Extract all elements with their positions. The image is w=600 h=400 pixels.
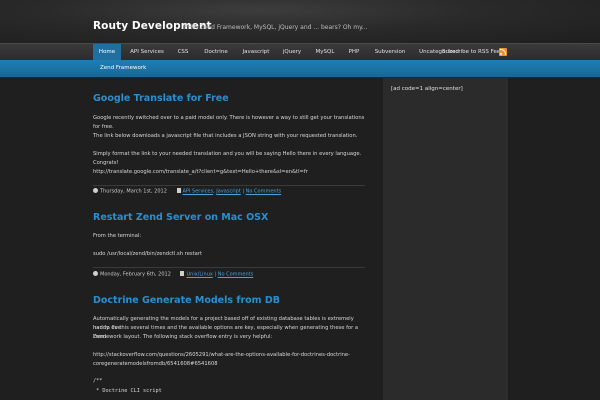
post-link: coregeneratemodelsfromdb/6541608#6541608 — [93, 361, 218, 367]
post-paragraph: The link below downloads a javascript fi… — [93, 133, 358, 139]
post-paragraph: Simply format the link to your needed tr… — [93, 151, 362, 166]
nav-item-doctrine[interactable]: Doctrine — [199, 44, 233, 61]
site-tagline: PHP, Zend Framework, MySQL, jQuery and .… — [184, 24, 368, 31]
post-title[interactable]: Doctrine Generate Models from DB — [93, 295, 368, 306]
category-link[interactable]: Javascript — [216, 189, 241, 195]
nav-item-api-services[interactable]: API Services — [126, 44, 168, 61]
post-meta: Thursday, March 1st, 2012 API Services, … — [93, 188, 281, 196]
post-title[interactable]: Restart Zend Server on Mac OSX — [93, 212, 368, 223]
post-paragraph: sudo /usr/local/zend/bin/zendctl.sh rest… — [93, 251, 202, 257]
nav-item-home[interactable]: Home — [93, 44, 121, 61]
sidebar-ad-text: [ad code=1 align=center] — [391, 86, 463, 92]
post: Restart Zend Server on Mac OSX — [93, 212, 368, 223]
nav-item-javascript[interactable]: Javascript — [238, 44, 274, 61]
post-meta: Monday, February 6th, 2012 Unix/Linux | … — [93, 271, 253, 279]
comments-link[interactable]: No Comments — [218, 272, 254, 278]
subnav-item-zend-framework[interactable]: Zend Framework — [100, 60, 146, 77]
meta-divider — [93, 185, 365, 186]
sub-nav: Zend Framework — [0, 60, 600, 77]
nav-item-jquery[interactable]: jQuery — [279, 44, 305, 61]
category-link[interactable]: Unix/Linux — [186, 272, 212, 278]
main-nav: Home API Services CSS Doctrine Javascrip… — [0, 43, 600, 61]
sidebar: [ad code=1 align=center] — [383, 78, 508, 400]
nav-item-subversion[interactable]: Subversion — [370, 44, 410, 61]
meta-divider — [93, 267, 365, 268]
code-line: /** — [93, 378, 103, 384]
post-paragraph: From the terminal: — [93, 233, 142, 239]
category-link[interactable]: API Services — [183, 189, 214, 195]
nav-item-mysql[interactable]: MySQL — [310, 44, 340, 61]
post-date: Monday, February 6th, 2012 — [100, 271, 171, 278]
clock-icon — [93, 271, 98, 276]
post-title[interactable]: Google Translate for Free — [93, 93, 368, 104]
post-date: Thursday, March 1st, 2012 — [100, 188, 167, 195]
post-paragraph: Framework layout. The following stack ov… — [93, 334, 273, 340]
subscribe-link[interactable]: Subscribe to RSS Feed — [442, 44, 504, 61]
nav-item-php[interactable]: PHP — [344, 44, 364, 61]
rss-icon[interactable] — [499, 48, 507, 56]
folder-icon — [180, 271, 185, 276]
post-link: http://stackoverflow.com/questions/26052… — [93, 352, 350, 358]
clock-icon — [93, 188, 98, 193]
nav-item-css[interactable]: CSS — [172, 44, 194, 61]
post: Doctrine Generate Models from DB — [93, 295, 368, 306]
code-line: * Doctrine CLI script — [93, 388, 162, 394]
post-link: http://translate.google.com/translate_a/… — [93, 169, 308, 175]
folder-icon — [176, 188, 181, 193]
post-paragraph: Google recently switched over to a paid … — [93, 115, 365, 130]
comments-link[interactable]: No Comments — [246, 189, 282, 195]
site-header: Routy Development PHP, Zend Framework, M… — [0, 0, 600, 43]
post: Google Translate for Free — [93, 93, 368, 104]
main-content: Google Translate for Free Google recentl… — [93, 77, 368, 400]
